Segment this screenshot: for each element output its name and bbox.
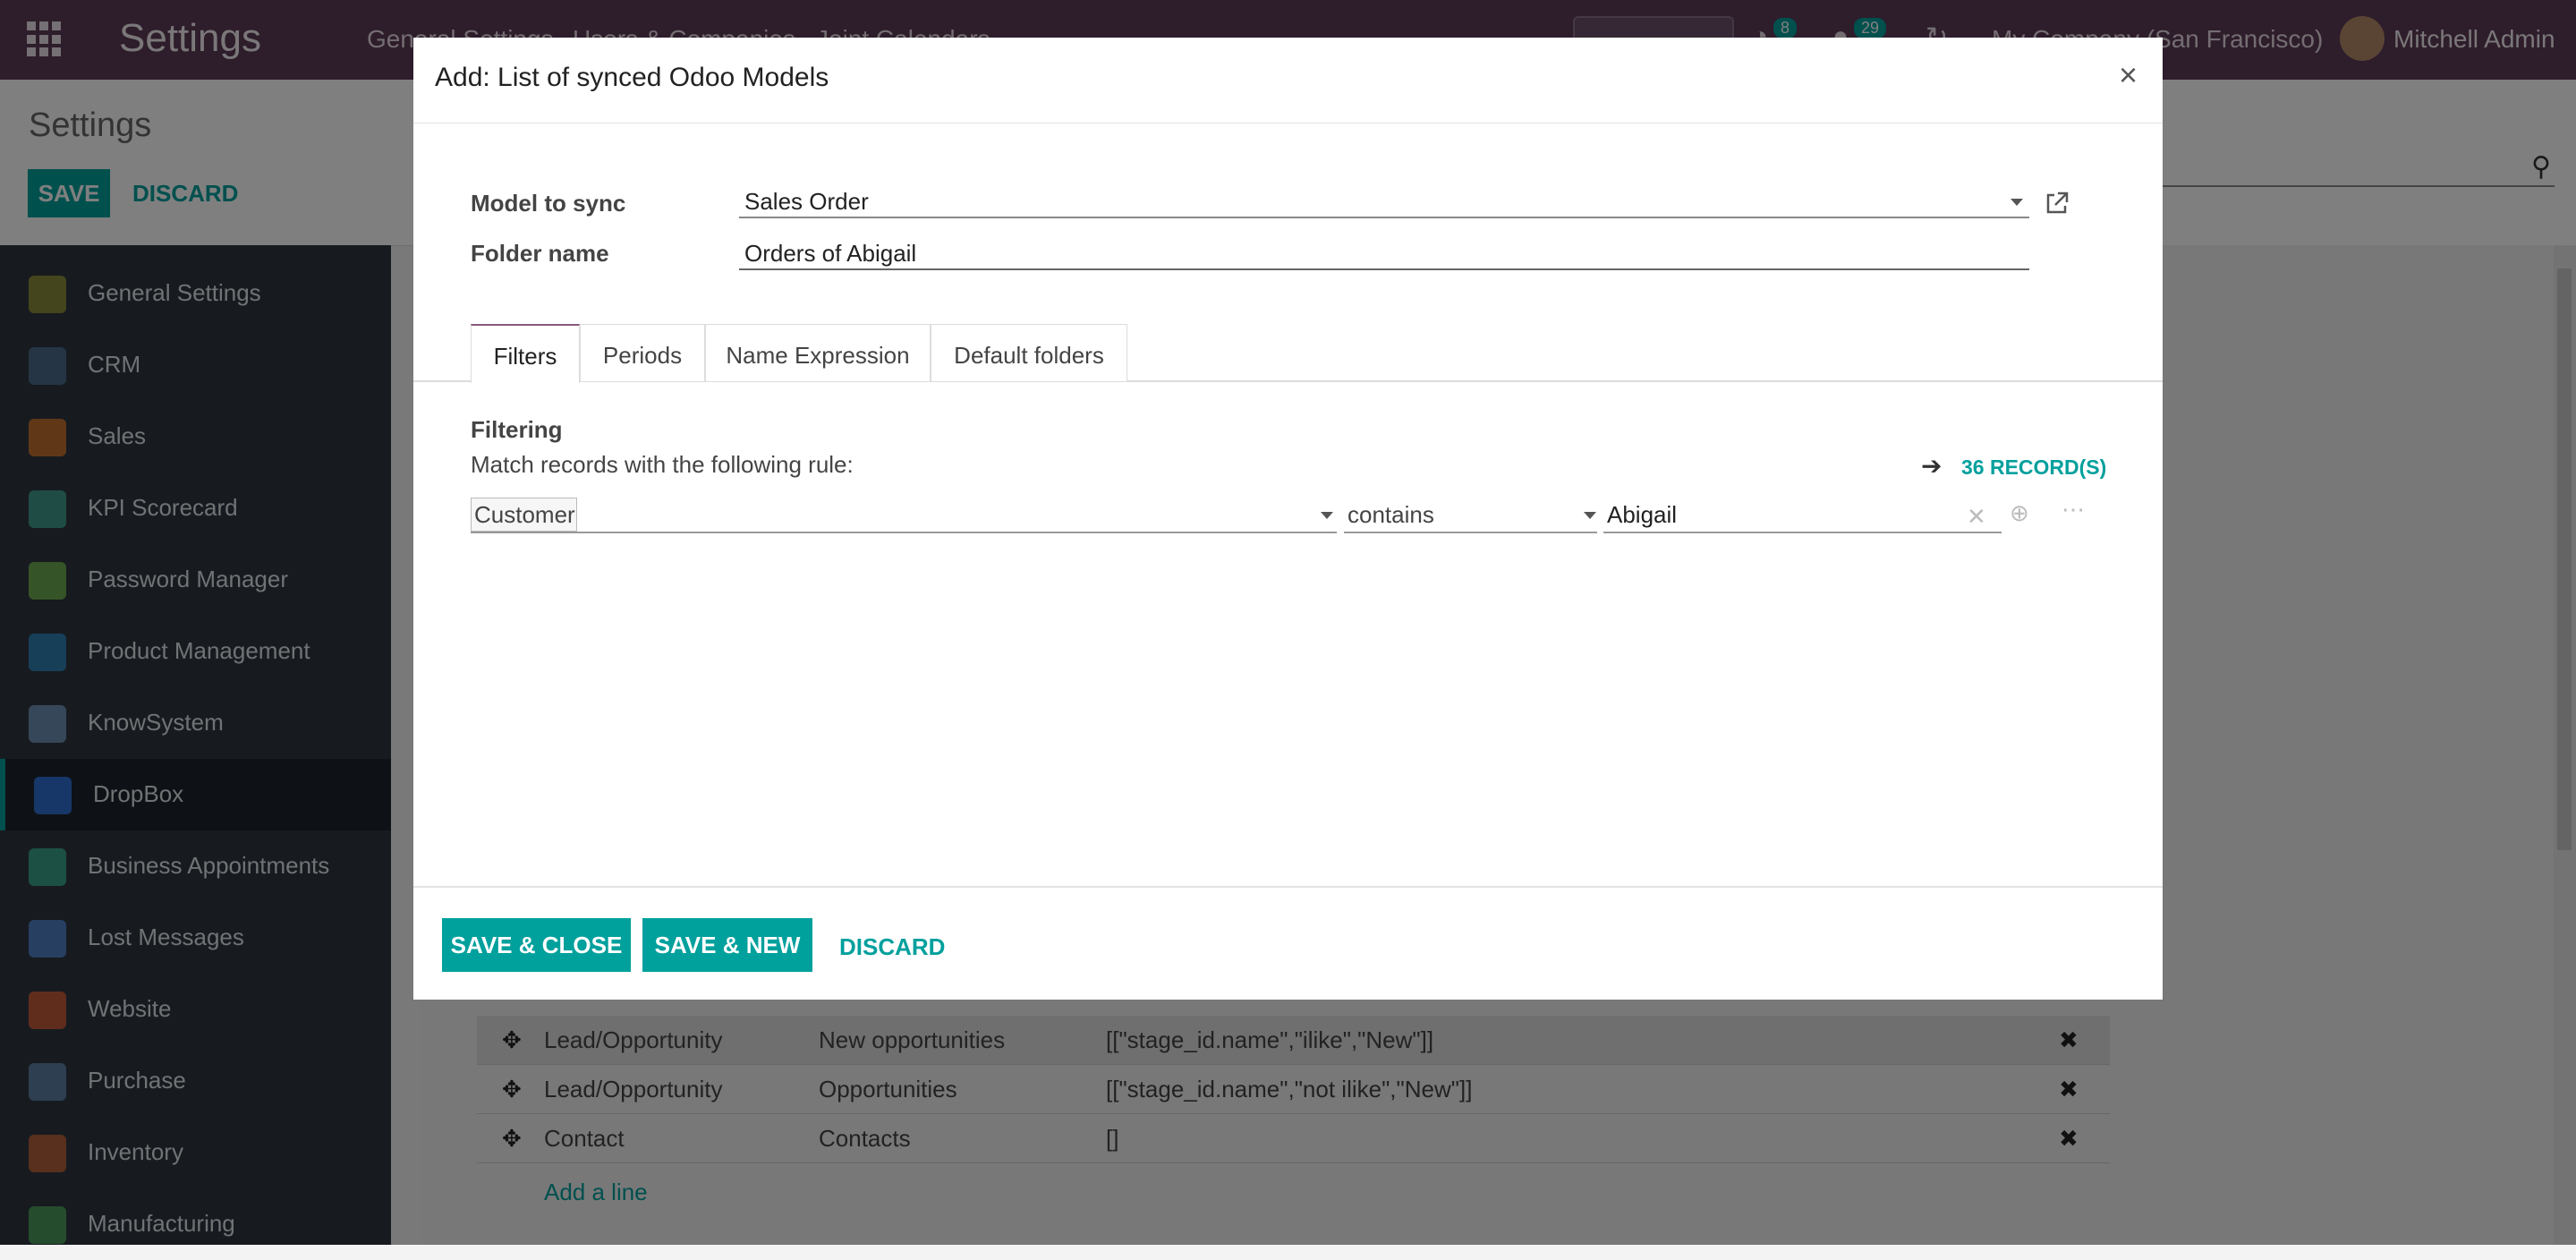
dialog-header: Add: List of synced Odoo Models × <box>413 38 2163 123</box>
more-options-icon[interactable]: ⋯ <box>2062 496 2085 524</box>
rule-operator-select[interactable]: contains <box>1344 498 1597 533</box>
add-rule-icon[interactable]: ⊕ <box>2010 499 2029 527</box>
close-icon[interactable]: × <box>2119 59 2138 91</box>
folder-name-label: Folder name <box>471 240 609 267</box>
folder-name-input[interactable]: Orders of Abigail <box>739 238 2029 270</box>
filtering-description: Match records with the following rule: <box>471 451 854 478</box>
chevron-down-icon[interactable] <box>1584 512 1596 519</box>
dialog-footer: SAVE & CLOSE SAVE & NEW DISCARD <box>413 886 2163 1001</box>
arrow-right-icon: ➔ <box>1921 452 1943 480</box>
model-to-sync-select[interactable]: Sales Order <box>739 186 2029 218</box>
folder-name-value: Orders of Abigail <box>744 240 917 267</box>
tab-filters[interactable]: Filters <box>471 324 580 383</box>
dialog-title: Add: List of synced Odoo Models <box>435 63 829 92</box>
delete-rule-icon[interactable]: ✕ <box>1967 503 1986 531</box>
discard-dialog-button[interactable]: DISCARD <box>839 933 945 961</box>
model-to-sync-value: Sales Order <box>744 188 869 215</box>
records-count-link[interactable]: 36 RECORD(S) <box>1961 455 2106 480</box>
rule-field-select[interactable]: Customer <box>471 498 1337 533</box>
model-to-sync-label: Model to sync <box>471 190 626 217</box>
add-synced-model-dialog: Add: List of synced Odoo Models × Model … <box>413 38 2163 1000</box>
tab-name-expression[interactable]: Name Expression <box>705 324 931 381</box>
rule-field-value: Customer <box>474 501 575 528</box>
save-close-button[interactable]: SAVE & CLOSE <box>442 918 631 972</box>
rule-operator-value: contains <box>1348 501 1434 528</box>
save-new-button[interactable]: SAVE & NEW <box>642 918 812 972</box>
rule-value: Abigail <box>1607 501 1678 528</box>
chevron-down-icon[interactable] <box>1321 512 1333 519</box>
chevron-down-icon[interactable] <box>2011 199 2023 206</box>
tab-periods[interactable]: Periods <box>580 324 705 381</box>
tab-default-folders[interactable]: Default folders <box>931 324 1127 381</box>
filtering-heading: Filtering <box>471 416 563 443</box>
external-link-icon[interactable] <box>2044 190 2070 217</box>
rule-value-input[interactable]: Abigail <box>1603 498 2002 533</box>
